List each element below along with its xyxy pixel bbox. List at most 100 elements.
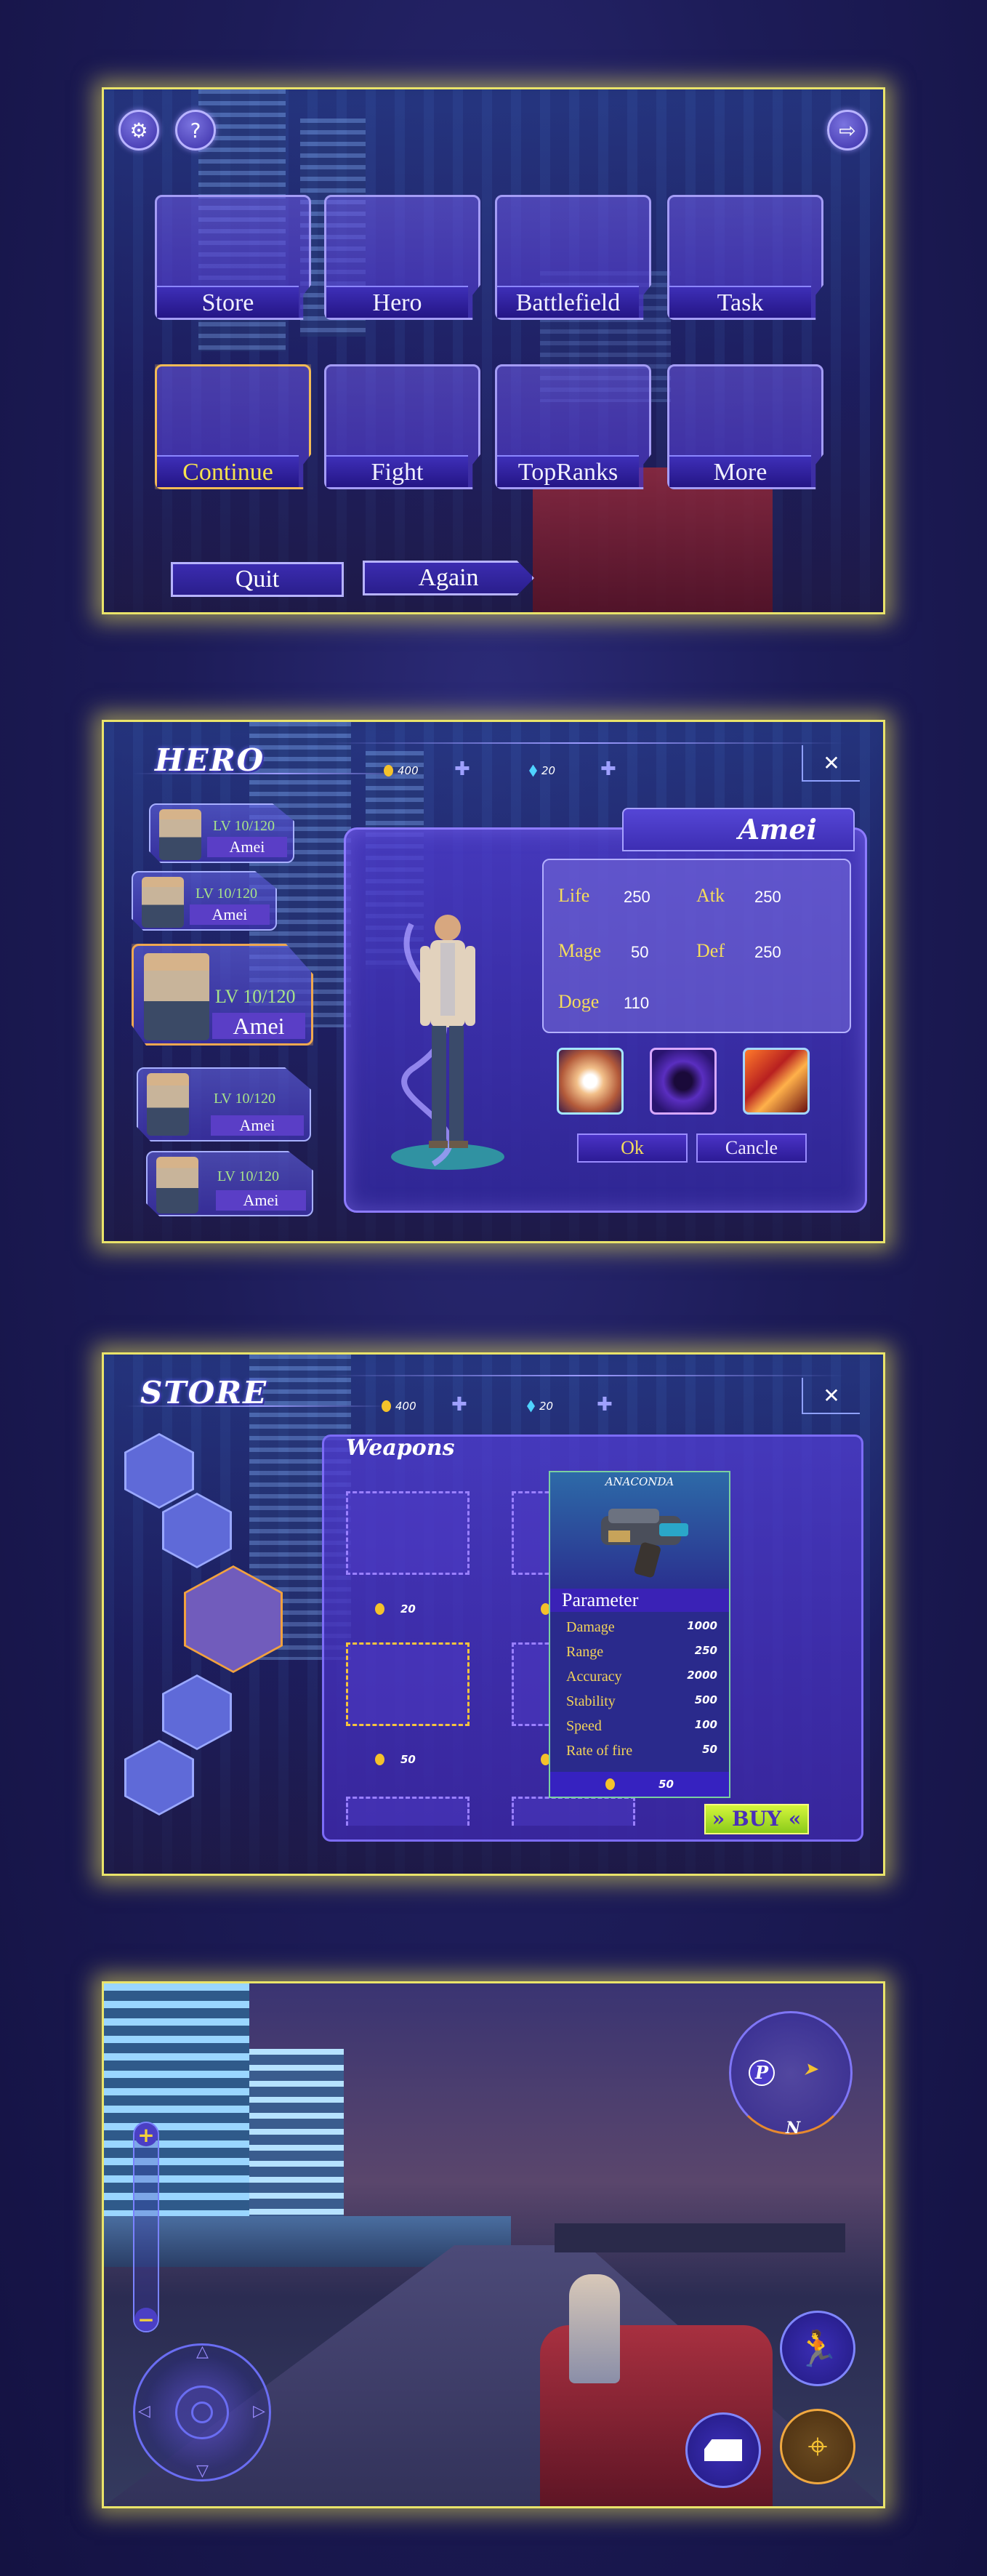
add-coins-plus-icon[interactable]: ✚	[454, 758, 470, 780]
hero-portrait	[142, 877, 184, 928]
buy-button[interactable]: » BUY «	[704, 1804, 809, 1834]
weapon-slot-selected[interactable]	[346, 1642, 470, 1726]
weapon-slot[interactable]	[512, 1797, 635, 1826]
hero-level: LV 10/120	[217, 1168, 280, 1184]
hero-portrait	[147, 1073, 189, 1136]
quit-button[interactable]: Quit	[171, 562, 344, 597]
settings-button[interactable]: ⚙	[118, 110, 159, 151]
life-label: Life	[558, 885, 590, 906]
more-tile[interactable]: More	[667, 364, 823, 489]
building	[104, 1983, 249, 2223]
tile-label: Task	[669, 286, 811, 318]
tile-label: Hero	[326, 286, 468, 318]
distant-city	[555, 2223, 845, 2252]
hero-details-panel: Amei Life 250 Atk 250 Mage 50 Def 250 Do…	[344, 808, 867, 1213]
zoom-in-button[interactable]: +	[134, 2123, 158, 2147]
ok-button[interactable]: Ok	[577, 1133, 688, 1163]
fire-skill-icon[interactable]	[743, 1048, 810, 1115]
param-value: 1000	[687, 1619, 717, 1632]
hero-card-name: Amei	[207, 837, 287, 857]
task-tile[interactable]: Task	[667, 195, 823, 320]
main-menu-panel: ⚙ ? ⇨ Store Hero Battlefield Task Contin…	[102, 87, 885, 614]
price-tag: 20	[375, 1602, 416, 1616]
gameplay-panel: P ➤ N + − △ ▽ ◁ ▷ 🏃 ⌖	[102, 1981, 885, 2508]
store-screen-panel: STORE 400 ✚ 20 ✚ ✕ Weapons 20 25 50 80 A…	[102, 1352, 885, 1876]
weapon-slot[interactable]	[346, 1797, 470, 1826]
hero-level: LV 10/120	[213, 818, 275, 834]
atk-value: 250	[754, 888, 781, 906]
param-value: 2000	[687, 1669, 717, 1682]
minimap[interactable]: P ➤ N	[729, 2011, 853, 2138]
weapon-slot[interactable]	[346, 1491, 470, 1575]
dark-vortex-skill-icon[interactable]	[650, 1048, 717, 1115]
gem-icon	[529, 764, 537, 777]
header-line	[322, 742, 845, 744]
param-value: 250	[694, 1644, 717, 1657]
param-label: Stability	[566, 1693, 616, 1709]
help-button[interactable]: ?	[175, 110, 216, 151]
zoom-out-button[interactable]: −	[134, 2308, 158, 2332]
param-row: Accuracy 2000	[566, 1669, 717, 1685]
title-underline	[126, 1405, 387, 1407]
arrow-up-icon: △	[196, 2343, 209, 2361]
weapons-title: Weapons	[346, 1435, 455, 1461]
tile-label: Battlefield	[497, 286, 639, 318]
tile-label: More	[669, 455, 811, 487]
movement-joystick[interactable]: △ ▽ ◁ ▷	[133, 2343, 271, 2481]
add-coins-plus-icon[interactable]: ✚	[451, 1394, 467, 1416]
param-value: 500	[694, 1693, 717, 1706]
tile-label: Continue	[157, 455, 299, 487]
close-button[interactable]: ✕	[802, 745, 860, 782]
coin-amount: 400	[395, 1400, 416, 1413]
player-character	[569, 2274, 620, 2383]
param-row: Speed 100	[566, 1718, 717, 1735]
minimap-north: N	[786, 2119, 801, 2138]
param-value: 50	[702, 1743, 717, 1756]
run-icon: 🏃	[796, 2328, 839, 2370]
price-tag: 50	[375, 1753, 416, 1766]
again-button[interactable]: Again	[363, 561, 534, 595]
shoot-button[interactable]: ⌖	[780, 2409, 855, 2484]
hero-tile[interactable]: Hero	[324, 195, 480, 320]
settings-icon: ⚙	[129, 118, 148, 143]
sprint-button[interactable]: 🏃	[780, 2311, 855, 2386]
hero-card[interactable]: LV 10/120 Amei	[137, 1067, 311, 1141]
continue-tile[interactable]: Continue	[155, 364, 311, 489]
tile-label: TopRanks	[497, 455, 639, 487]
hero-name-tab: Amei	[622, 808, 855, 851]
add-gems-plus-icon[interactable]: ✚	[597, 1394, 613, 1416]
hero-card[interactable]: LV 10/120 Amei	[149, 803, 294, 863]
weapon-image	[587, 1494, 696, 1581]
fight-tile[interactable]: Fight	[324, 364, 480, 489]
weapon-name: ANACONDA	[605, 1475, 674, 1488]
building	[249, 2049, 344, 2223]
cancel-button[interactable]: Cancle	[696, 1133, 807, 1163]
parameter-title: Parameter	[550, 1589, 729, 1612]
hero-stats-box: Life 250 Atk 250 Mage 50 Def 250 Doge 11…	[542, 859, 851, 1033]
hero-card[interactable]: LV 10/120 Amei	[146, 1151, 313, 1216]
param-row: Range 250	[566, 1644, 717, 1661]
gem-amount: 20	[541, 764, 556, 777]
car-door-icon	[704, 2439, 742, 2461]
close-button[interactable]: ✕	[802, 1378, 860, 1414]
zoom-slider[interactable]: + −	[133, 2122, 159, 2332]
help-icon: ?	[190, 118, 201, 143]
def-value: 250	[754, 943, 781, 961]
weapon-price-value: 50	[658, 1778, 674, 1791]
add-gems-plus-icon[interactable]: ✚	[600, 758, 616, 780]
param-value: 100	[694, 1718, 717, 1731]
battlefield-tile[interactable]: Battlefield	[495, 195, 651, 320]
light-burst-skill-icon[interactable]	[557, 1048, 624, 1115]
store-tile[interactable]: Store	[155, 195, 311, 320]
coin-icon	[375, 1603, 384, 1615]
hero-card[interactable]: LV 10/120 Amei	[132, 871, 277, 931]
enter-car-button[interactable]	[685, 2412, 761, 2488]
topranks-tile[interactable]: TopRanks	[495, 364, 651, 489]
price-value: 50	[400, 1753, 416, 1766]
atk-label: Atk	[696, 885, 725, 906]
exit-button[interactable]: ⇨	[827, 110, 868, 151]
hero-card-selected[interactable]: LV 10/120 Amei	[132, 944, 313, 1046]
life-value: 250	[624, 888, 650, 906]
tile-label: Store	[157, 286, 299, 318]
param-label: Accuracy	[566, 1669, 622, 1685]
